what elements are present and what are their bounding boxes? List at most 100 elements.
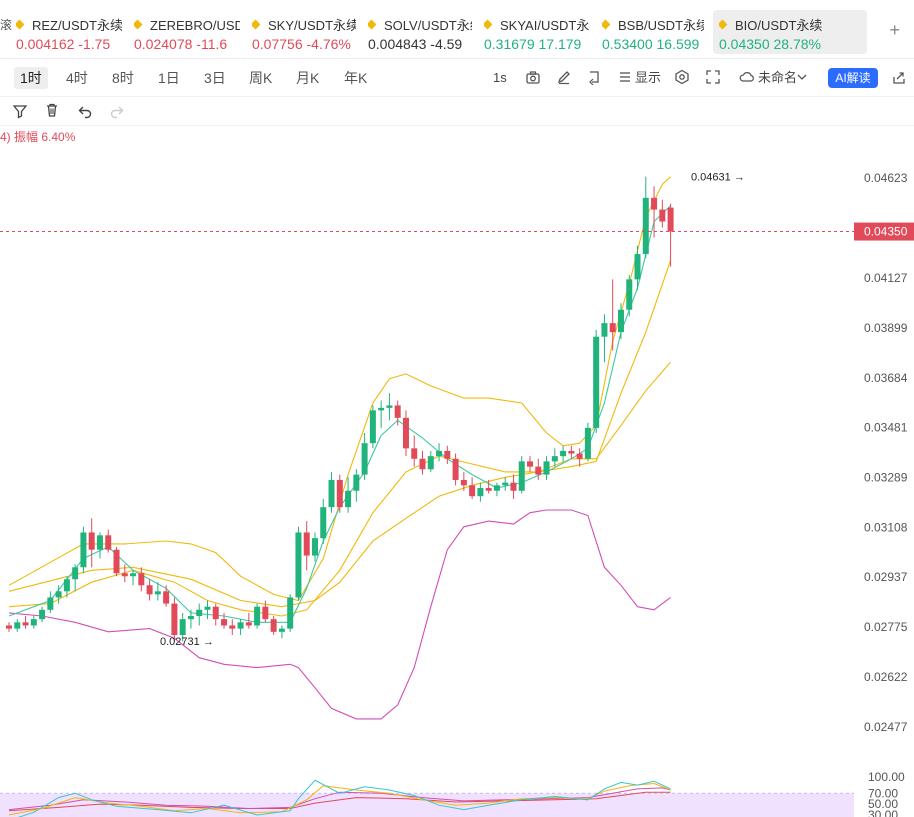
candle-body bbox=[543, 461, 550, 475]
candle-body bbox=[262, 606, 269, 620]
candle-body bbox=[212, 606, 219, 620]
ticker-price-value: 0.024078 bbox=[134, 36, 193, 52]
candle-body bbox=[535, 466, 542, 475]
camera-icon[interactable] bbox=[525, 69, 541, 85]
high-marker-label: 0.04631 → bbox=[691, 171, 745, 183]
ticker-symbol: SKY/USDT永续 bbox=[252, 14, 356, 34]
timeframe-week[interactable]: 周K bbox=[243, 67, 278, 89]
timeframe-8h[interactable]: 8时 bbox=[106, 67, 140, 89]
ticker-symbol: SOLV/USDT永续 bbox=[368, 14, 472, 34]
ticker-price: 0.004162 -1.75 bbox=[16, 36, 122, 52]
candle-body bbox=[39, 609, 46, 620]
candle-body bbox=[469, 485, 476, 497]
candle-body bbox=[187, 616, 194, 620]
candle-body bbox=[584, 427, 591, 459]
candle-body bbox=[72, 567, 79, 580]
ticker-symbol: REZ/USDT永续 bbox=[16, 14, 122, 34]
ticker-tab-active[interactable]: BIO/USDT永续 0.04350 28.78% bbox=[713, 10, 867, 54]
replay-icon[interactable] bbox=[586, 69, 602, 85]
display-menu[interactable]: 显示 bbox=[635, 68, 661, 88]
price-axis-label: 0.03481 bbox=[864, 421, 908, 435]
candle-body bbox=[14, 622, 21, 629]
coin-icon bbox=[602, 19, 611, 29]
share-icon[interactable] bbox=[891, 69, 907, 85]
ticker-price: 0.04350 28.78% bbox=[719, 36, 861, 52]
ticker-tab[interactable]: SKY/USDT永续 0.07756 -4.76% bbox=[246, 10, 362, 54]
candle-body bbox=[245, 622, 252, 626]
ticker-price-value: 0.004843 bbox=[368, 36, 427, 52]
ticker-symbol: BIO/USDT永续 bbox=[719, 14, 861, 34]
candle-body bbox=[419, 458, 426, 470]
ticker-tab[interactable]: BSB/USDT永续 0.53400 16.599 bbox=[596, 10, 710, 54]
current-price-label: 0.04350 bbox=[864, 225, 908, 239]
candle-body bbox=[502, 482, 509, 486]
timeframe-3d[interactable]: 3日 bbox=[198, 67, 232, 89]
candle-body bbox=[47, 597, 54, 610]
ticker-tab[interactable]: SKYAI/USDT永续 0.31679 17.179 bbox=[478, 10, 595, 54]
coin-icon bbox=[16, 19, 25, 29]
layout-name[interactable]: 未命名 bbox=[758, 68, 797, 88]
timeframe-year[interactable]: 年K bbox=[338, 67, 373, 89]
price-axis-label: 0.02775 bbox=[864, 620, 908, 634]
timeframe-4h[interactable]: 4时 bbox=[60, 67, 94, 89]
redo-icon[interactable] bbox=[109, 103, 125, 119]
oscillator-axis-label: 100.00 bbox=[868, 770, 905, 784]
undo-icon[interactable] bbox=[77, 103, 93, 119]
candle-body bbox=[361, 443, 368, 475]
candle-body bbox=[287, 597, 294, 629]
candle-body bbox=[6, 625, 12, 629]
candle-body bbox=[427, 456, 434, 470]
candle-body bbox=[154, 591, 161, 595]
candle-body bbox=[386, 405, 393, 408]
moving-average-slow-line bbox=[8, 260, 672, 617]
display-list-icon[interactable] bbox=[617, 69, 633, 85]
ticker-tab[interactable]: REZ/USDT永续 0.004162 -1.75 bbox=[10, 10, 128, 54]
candle-body bbox=[402, 417, 409, 449]
candle-body bbox=[63, 579, 70, 592]
candle-body bbox=[667, 207, 674, 232]
ticker-change-value: 28.78% bbox=[773, 36, 821, 52]
low-marker-label: 0.02731 → bbox=[160, 636, 214, 648]
ticker-price: 0.004843 -4.59 bbox=[368, 36, 472, 52]
candle-body bbox=[130, 573, 137, 577]
ticker-symbol-label: SKY/USDT永续 bbox=[268, 17, 356, 33]
candle-body bbox=[270, 619, 277, 632]
price-chart[interactable]: 0.04623 0.04127 0.03899 0.03684 0.03481 0.032… bbox=[0, 128, 914, 817]
candle-body bbox=[452, 458, 459, 480]
ticker-change-value: -4.76% bbox=[306, 36, 351, 52]
coin-icon bbox=[368, 19, 377, 29]
candle-body bbox=[642, 197, 649, 255]
candle-body bbox=[221, 619, 228, 626]
candle-body bbox=[179, 619, 186, 636]
cloud-icon[interactable] bbox=[739, 69, 755, 85]
timeframe-month[interactable]: 月K bbox=[290, 67, 325, 89]
coin-icon bbox=[134, 19, 143, 29]
settings-icon[interactable] bbox=[674, 69, 690, 85]
candle-body bbox=[444, 450, 451, 459]
candle-body bbox=[436, 450, 443, 457]
timeframe-1d[interactable]: 1日 bbox=[152, 67, 186, 89]
add-tab-button[interactable]: + bbox=[889, 20, 900, 41]
candle-body bbox=[96, 535, 103, 550]
candle-body bbox=[345, 490, 352, 508]
fullscreen-icon[interactable] bbox=[705, 69, 721, 85]
timeframe-1h[interactable]: 1时 bbox=[14, 67, 48, 89]
ticker-change-value: 17.179 bbox=[538, 36, 582, 52]
ticker-symbol: ZEREBRO/USDT永续 bbox=[134, 14, 240, 34]
ticker-symbol-label: BSB/USDT永续 bbox=[618, 17, 704, 33]
ai-analysis-button[interactable]: AI解读 bbox=[828, 68, 878, 88]
candle-body bbox=[601, 323, 608, 337]
ticker-change-value: -11.6 bbox=[196, 36, 228, 52]
candle-body bbox=[328, 479, 335, 508]
trash-icon[interactable] bbox=[44, 102, 60, 118]
ticker-tab[interactable]: SOLV/USDT永续 0.004843 -4.59 bbox=[362, 10, 478, 54]
interval-selector[interactable]: 1s bbox=[493, 68, 507, 88]
candle-body bbox=[171, 603, 178, 636]
pencil-icon[interactable] bbox=[556, 69, 572, 85]
ticker-symbol-label: ZEREBRO/USDT永续 bbox=[150, 17, 240, 33]
ticker-price-value: 0.04350 bbox=[719, 36, 770, 52]
chevron-down-icon[interactable] bbox=[797, 73, 807, 81]
filter-icon[interactable] bbox=[12, 103, 28, 119]
ticker-tab[interactable]: ZEREBRO/USDT永续 0.024078 -11.6 bbox=[128, 10, 246, 54]
ticker-price: 0.07756 -4.76% bbox=[252, 36, 356, 52]
